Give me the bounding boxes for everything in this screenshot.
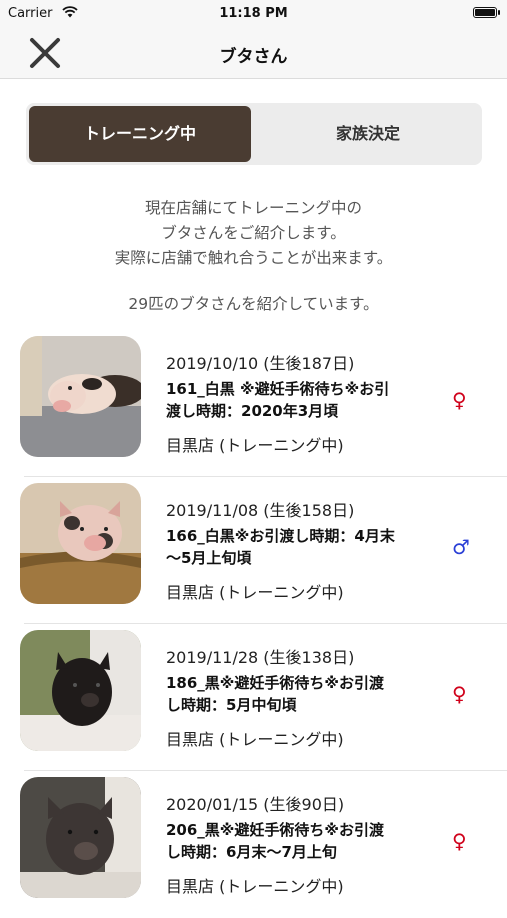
pig-photo <box>20 336 141 457</box>
pig-photo <box>20 483 141 604</box>
battery-icon <box>473 7 500 18</box>
pig-name-line: 〜5月上旬頃 <box>166 549 252 567</box>
status-bar: Carrier 11:18 PM <box>0 0 507 28</box>
pig-photo <box>20 777 141 898</box>
birth-date: 2020/01/15 (生後90日) <box>166 795 345 814</box>
pig-name-line: 161_白黒 ※避妊手術待ち※お引 <box>166 380 390 398</box>
pig-name-line: し時期：5月中旬頃 <box>166 696 297 714</box>
segment-training[interactable]: トレーニング中 <box>29 106 251 162</box>
status-segmented-control: トレーニング中 家族決定 <box>26 103 482 165</box>
clock: 11:18 PM <box>219 6 288 21</box>
pig-name-line: し時期：6月末〜7月上旬 <box>166 843 337 861</box>
intro-text: 現在店舗にてトレーニング中の ブタさんをご紹介します。 実際に店舗で触れ合うこと… <box>0 196 507 271</box>
pig-name-line: 186_黒※避妊手術待ち※お引渡 <box>166 674 384 692</box>
pig-name: 206_黒※避妊手術待ち※お引渡 し時期：6月末〜7月上旬 <box>166 819 446 863</box>
birth-date: 2019/10/10 (生後187日) <box>166 354 355 373</box>
male-icon: ♂ <box>452 535 470 559</box>
intro-line: 実際に店舗で触れ合うことが出来ます。 <box>114 249 393 267</box>
page-title: ブタさん <box>219 47 288 67</box>
intro-line: 現在店舗にてトレーニング中の <box>144 199 362 217</box>
pig-name-line: 206_黒※避妊手術待ち※お引渡 <box>166 821 384 839</box>
female-icon: ♀ <box>452 388 467 412</box>
pig-name-line: 166_白黒※お引渡し時期：4月末 <box>166 527 395 545</box>
navigation-bar: ブタさん <box>0 28 507 79</box>
pig-name: 186_黒※避妊手術待ち※お引渡 し時期：5月中旬頃 <box>166 672 446 716</box>
birth-date: 2019/11/28 (生後138日) <box>166 648 355 667</box>
store-label: 目黒店 (トレーニング中) <box>166 877 344 896</box>
list-item[interactable]: 2020/01/15 (生後90日) 206_黒※避妊手術待ち※お引渡 し時期：… <box>0 771 507 918</box>
list-item[interactable]: 2019/11/08 (生後158日) 166_白黒※お引渡し時期：4月末 〜5… <box>0 477 507 624</box>
list-item[interactable]: 2019/11/28 (生後138日) 186_黒※避妊手術待ち※お引渡 し時期… <box>0 624 507 771</box>
pig-name: 166_白黒※お引渡し時期：4月末 〜5月上旬頃 <box>166 525 446 569</box>
segment-family-decided[interactable]: 家族決定 <box>257 106 479 162</box>
intro-line: ブタさんをご紹介します。 <box>161 224 346 242</box>
female-icon: ♀ <box>452 829 467 853</box>
pig-count-text: 29匹のブタさんを紹介しています。 <box>128 295 379 313</box>
pig-list: 2019/10/10 (生後187日) 161_白黒 ※避妊手術待ち※お引 渡し… <box>0 330 507 918</box>
list-item[interactable]: 2019/10/10 (生後187日) 161_白黒 ※避妊手術待ち※お引 渡し… <box>0 330 507 477</box>
store-label: 目黒店 (トレーニング中) <box>166 583 344 602</box>
female-icon: ♀ <box>452 682 467 706</box>
pig-name: 161_白黒 ※避妊手術待ち※お引 渡し時期：2020年3月頃 <box>166 378 446 422</box>
store-label: 目黒店 (トレーニング中) <box>166 436 344 455</box>
pig-name-line: 渡し時期：2020年3月頃 <box>166 402 339 420</box>
store-label: 目黒店 (トレーニング中) <box>166 730 344 749</box>
birth-date: 2019/11/08 (生後158日) <box>166 501 355 520</box>
pig-photo <box>20 630 141 751</box>
